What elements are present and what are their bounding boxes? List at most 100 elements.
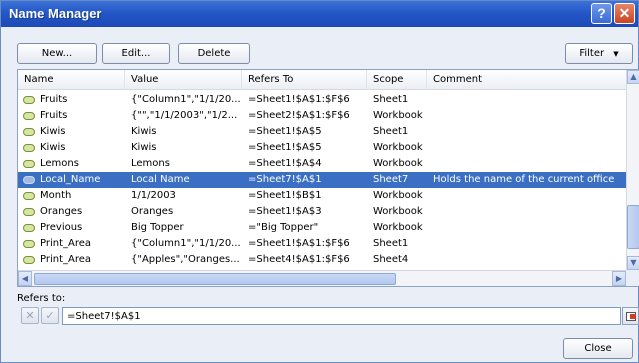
name-tag-icon	[23, 112, 35, 120]
cell-name: Fruits	[40, 110, 68, 121]
cell-name: Oranges	[40, 206, 83, 217]
close-icon: ✕	[618, 5, 631, 21]
names-list[interactable]: Name Value Refers To Scope Comment Fruit…	[17, 69, 639, 287]
horizontal-scrollbar[interactable]: ◀ ▶	[18, 270, 626, 286]
edit-button[interactable]: Edit...	[102, 43, 170, 64]
table-row[interactable]: Kiwis Kiwis =Sheet1!$A$5 Workbook	[18, 140, 626, 156]
cell-value: Oranges	[131, 206, 174, 217]
close-window-button[interactable]: ✕	[614, 3, 635, 24]
cell-name: Lemons	[40, 158, 79, 169]
cancel-x-icon: ✕	[25, 309, 35, 322]
table-row[interactable]: Previous Big Topper ="Big Topper" Workbook	[18, 220, 626, 236]
table-row[interactable]: Print_Area {"Column1","1/1/20... =Sheet1!$…	[18, 236, 626, 252]
horizontal-scroll-thumb[interactable]	[34, 273, 396, 285]
column-header-scope-label: Scope	[373, 74, 404, 85]
column-header-scope[interactable]: Scope	[367, 70, 427, 90]
column-header-comment[interactable]: Comment	[427, 70, 626, 90]
cell-scope: Workbook	[373, 190, 423, 201]
table-row[interactable]: Local_Name Local Name =Sheet7!$A$1 Sheet7 Ho…	[18, 172, 626, 188]
cell-value: Kiwis	[131, 126, 157, 137]
table-row[interactable]: Lemons Lemons =Sheet1!$A$4 Workbook	[18, 156, 626, 172]
confirm-check-icon: ✓	[45, 309, 55, 322]
name-tag-icon	[23, 192, 35, 200]
cell-refers-to: =Sheet1!$B$1	[248, 190, 322, 201]
refers-to-label: Refers to:	[17, 293, 66, 304]
cell-scope: Workbook	[373, 158, 423, 169]
column-header-name-label: Name	[24, 74, 54, 85]
name-tag-icon	[23, 128, 35, 136]
cell-value: {"Column1","1/1/20...	[131, 94, 241, 105]
chevron-right-icon: ▶	[615, 274, 623, 283]
cell-name: Print_Area	[40, 254, 92, 265]
chevron-left-icon: ◀	[21, 274, 29, 283]
table-row[interactable]: Kiwis Kiwis =Sheet1!$A$5 Sheet1	[18, 124, 626, 140]
table-row[interactable]: Fruits {"Column1","1/1/20... =Sheet1!$A$1:…	[18, 92, 626, 108]
cell-scope: Sheet1	[373, 238, 409, 249]
cell-scope: Sheet7	[373, 174, 409, 185]
cell-name: Kiwis	[40, 126, 66, 137]
cell-refers-to: =Sheet1!$A$1:$F$6	[248, 94, 350, 105]
cell-value: Lemons	[131, 158, 170, 169]
cell-value: Big Topper	[131, 222, 184, 233]
delete-button[interactable]: Delete	[178, 43, 250, 64]
scroll-up-button[interactable]: ▲	[627, 70, 639, 84]
new-button-label: New...	[41, 48, 73, 59]
close-button-label: Close	[584, 343, 612, 354]
table-row[interactable]: Print_Area {"Apples","Oranges... =Sheet4!$…	[18, 252, 626, 268]
edit-button-label: Edit...	[121, 48, 151, 59]
vertical-scroll-thumb[interactable]	[627, 205, 639, 249]
cell-name: Local_Name	[40, 174, 101, 185]
name-tag-icon	[23, 240, 35, 248]
column-header-value[interactable]: Value	[125, 70, 242, 90]
column-header-refers-to-label: Refers To	[248, 74, 294, 85]
cell-name: Print_Area	[40, 238, 92, 249]
cell-refers-to: =Sheet1!$A$5	[248, 142, 322, 153]
cell-name: Month	[40, 190, 72, 201]
name-tag-icon	[23, 144, 35, 152]
name-tag-icon	[23, 176, 35, 184]
cell-value: {"Column1","1/1/20...	[131, 238, 241, 249]
column-header-name[interactable]: Name	[18, 70, 125, 90]
cell-value: Kiwis	[131, 142, 157, 153]
column-header-comment-label: Comment	[433, 74, 482, 85]
table-row[interactable]: Oranges Oranges =Sheet1!$A$3 Workbook	[18, 204, 626, 220]
chevron-up-icon: ▲	[630, 72, 637, 81]
collapse-dialog-button[interactable]	[622, 307, 639, 325]
cancel-edit-button[interactable]: ✕	[21, 307, 39, 324]
list-header: Name Value Refers To Scope Comment	[18, 70, 626, 90]
cell-name: Kiwis	[40, 142, 66, 153]
cell-name: Fruits	[40, 94, 68, 105]
name-tag-icon	[23, 208, 35, 216]
scroll-down-button[interactable]: ▼	[627, 256, 639, 270]
name-tag-icon	[23, 96, 35, 104]
scroll-left-button[interactable]: ◀	[18, 271, 32, 286]
name-tag-icon	[23, 224, 35, 232]
refers-to-input[interactable]	[62, 307, 621, 325]
name-tag-icon	[23, 160, 35, 168]
dropdown-arrow-icon: ▼	[613, 50, 619, 58]
scroll-right-button[interactable]: ▶	[612, 271, 626, 286]
cell-scope: Sheet1	[373, 126, 409, 137]
new-button[interactable]: New...	[17, 43, 97, 64]
confirm-edit-button[interactable]: ✓	[41, 307, 59, 324]
cell-refers-to: =Sheet7!$A$1	[248, 174, 322, 185]
filter-button[interactable]: Filter ▼	[565, 43, 633, 64]
close-button[interactable]: Close	[563, 338, 633, 359]
name-tag-icon	[23, 256, 35, 264]
cell-scope: Sheet4	[373, 254, 409, 265]
title-bar: Name Manager ? ✕	[1, 1, 638, 27]
cell-comment: Holds the name of the current office	[433, 174, 615, 185]
table-row[interactable]: Month 1/1/2003 =Sheet1!$B$1 Workbook	[18, 188, 626, 204]
filter-button-label: Filter	[579, 48, 605, 59]
vertical-scrollbar[interactable]: ▲ ▼	[626, 70, 639, 270]
table-row[interactable]: Fruits {"","1/1/2003","1/2... =Sheet2!$A$1…	[18, 108, 626, 124]
help-icon: ?	[597, 5, 606, 21]
cell-value: {"Apples","Oranges...	[131, 254, 240, 265]
cell-name: Previous	[40, 222, 83, 233]
scrollbar-corner	[626, 270, 639, 286]
column-header-refers-to[interactable]: Refers To	[242, 70, 367, 90]
cell-value: Local Name	[131, 174, 190, 185]
help-button[interactable]: ?	[591, 3, 612, 24]
cell-refers-to: =Sheet1!$A$1:$F$6	[248, 238, 350, 249]
cell-scope: Sheet1	[373, 94, 409, 105]
